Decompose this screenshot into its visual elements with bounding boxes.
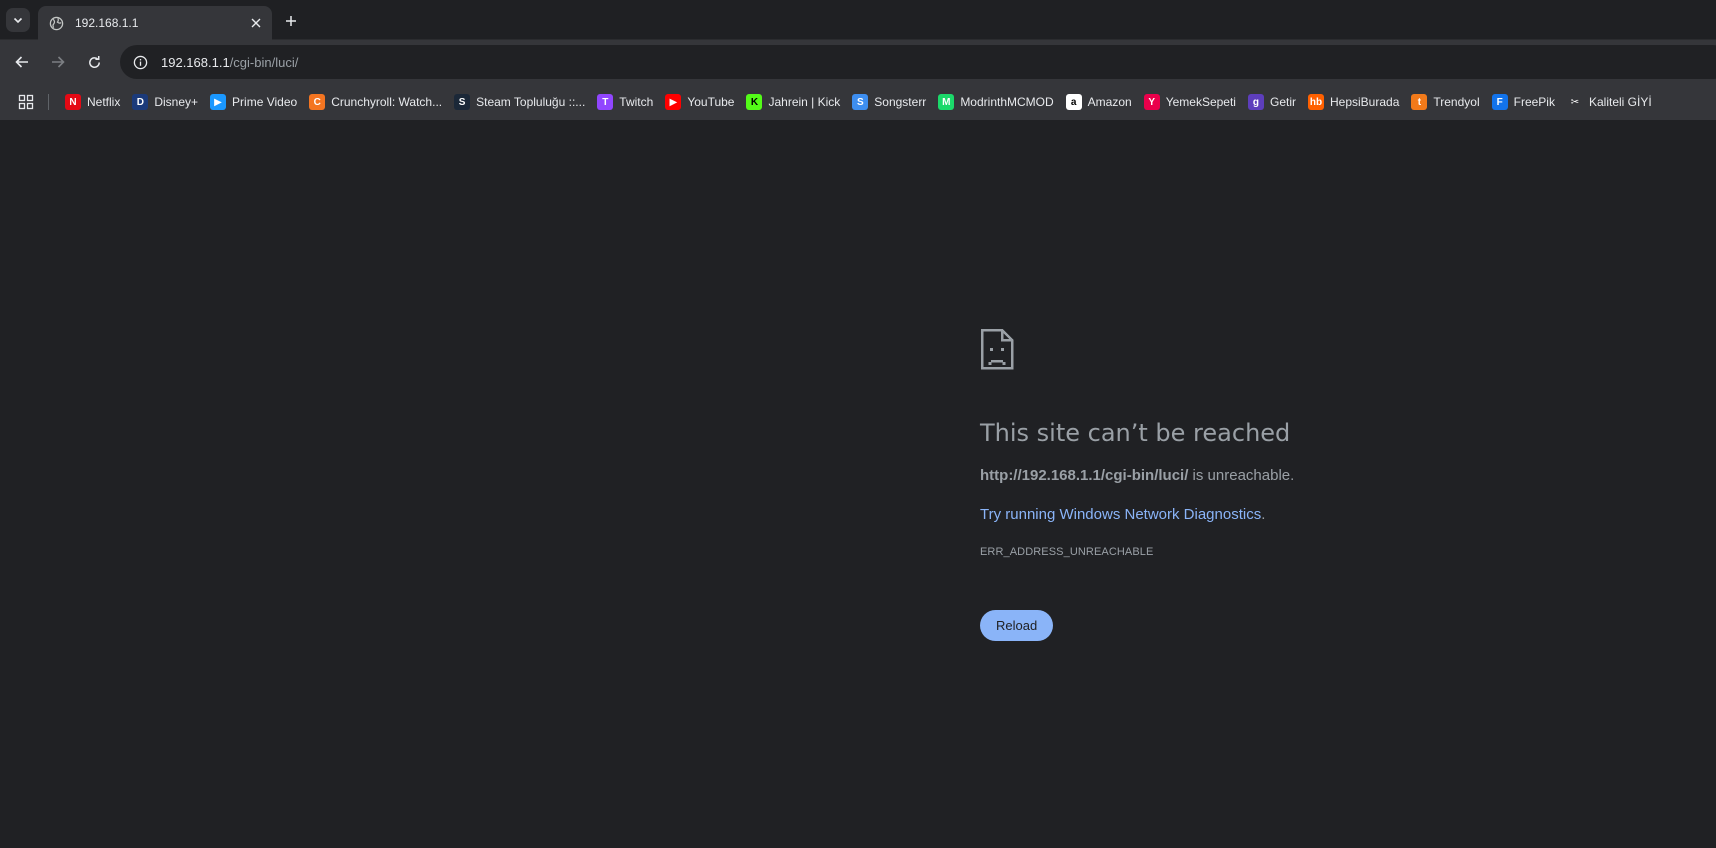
bookmark-twitch[interactable]: T Twitch (591, 88, 659, 116)
bookmark-freepik[interactable]: F FreePik (1486, 88, 1561, 116)
tab-search-button[interactable] (6, 8, 30, 32)
bookmark-jahrein-kick[interactable]: K Jahrein | Kick (740, 88, 846, 116)
bookmark-label: YemekSepeti (1165, 95, 1236, 109)
amazon-icon: a (1065, 94, 1082, 110)
bookmark-label: Crunchyroll: Watch... (331, 95, 443, 109)
crunchyroll-icon: C (309, 94, 326, 110)
error-code: ERR_ADDRESS_UNREACHABLE (980, 546, 1154, 558)
bookmark-crunchyroll-watch[interactable]: C Crunchyroll: Watch... (303, 88, 448, 116)
netflix-icon: N (65, 94, 81, 110)
browser-toolbar: 192.168.1.1/cgi-bin/luci/ (0, 40, 1716, 84)
bookmark-label: Amazon (1087, 95, 1132, 109)
close-icon (251, 18, 261, 28)
bookmarks-separator (48, 94, 49, 110)
bookmark-hepsiburada[interactable]: hb HepsiBurada (1302, 88, 1405, 116)
bookmark-steam-toplulu-u[interactable]: S Steam Topluluğu ::... (448, 88, 591, 116)
error-title: This site can’t be reached (980, 419, 1291, 447)
bookmark-label: Songsterr (874, 95, 927, 109)
modrinth-icon: M (938, 94, 955, 110)
forward-button[interactable] (46, 50, 70, 74)
error-block: This site can’t be reached http://192.16… (980, 328, 1580, 641)
network-diagnostics-link[interactable]: Try running Windows Network Diagnostics (980, 506, 1261, 523)
songsterr-icon: S (852, 94, 869, 110)
new-tab-button[interactable] (280, 10, 302, 32)
diagnostics-suffix: . (1261, 506, 1266, 523)
arrow-left-icon (15, 56, 28, 68)
error-url-suffix: is unreachable. (1188, 467, 1295, 484)
bookmark-youtube[interactable]: ▶ YouTube (659, 88, 740, 116)
bookmark-kaliteli-gi-yi[interactable]: ✂ Kaliteli GİYİ (1561, 88, 1658, 116)
apps-button[interactable] (14, 90, 38, 114)
bookmark-label: Netflix (87, 95, 121, 109)
youtube-icon: ▶ (665, 94, 682, 110)
bookmark-label: Kaliteli GİYİ (1588, 95, 1652, 109)
bookmark-label: Twitch (619, 95, 654, 109)
error-url: http://192.168.1.1/cgi-bin/luci/ (980, 467, 1189, 484)
twitch-icon: T (597, 94, 614, 110)
info-icon (133, 55, 147, 69)
bookmark-disney[interactable]: D Disney+ (126, 88, 204, 116)
sad-page-icon (980, 328, 1014, 370)
prime-video-icon: ▶ (210, 94, 227, 110)
address-bar[interactable]: 192.168.1.1/cgi-bin/luci/ (120, 45, 1716, 79)
apps-grid-icon (18, 94, 34, 110)
kick-icon: K (746, 94, 763, 110)
bookmark-list: N Netflix D Disney+ ▶ Prime Video C Crunchyroll… (59, 88, 1658, 116)
bookmark-netflix[interactable]: N Netflix (59, 88, 126, 116)
bookmark-label: Jahrein | Kick (768, 95, 841, 109)
page-content: This site can’t be reached http://192.16… (0, 122, 1716, 848)
bookmark-label: Steam Topluluğu ::... (476, 95, 586, 109)
bookmark-label: HepsiBurada (1330, 95, 1400, 109)
url-host: 192.168.1.1 (161, 54, 230, 70)
getir-icon: g (1247, 94, 1264, 110)
bookmark-songsterr[interactable]: S Songsterr (846, 88, 932, 116)
bookmarks-bar: N Netflix D Disney+ ▶ Prime Video C Crunchyroll… (0, 84, 1716, 121)
bookmark-trendyol[interactable]: t Trendyol (1405, 88, 1485, 116)
refresh-icon (88, 55, 100, 68)
yemeksepeti-icon: Y (1143, 94, 1160, 110)
bookmark-label: Disney+ (154, 95, 199, 109)
bookmark-getir[interactable]: g Getir (1242, 88, 1302, 116)
bookmark-label: Trendyol (1433, 95, 1480, 109)
trendyol-icon: t (1411, 94, 1428, 110)
disney-icon: D (132, 94, 149, 110)
plus-icon (286, 16, 296, 26)
bookmark-label: FreePik (1513, 95, 1555, 109)
globe-icon (48, 15, 64, 31)
bookmark-label: Prime Video (232, 95, 298, 109)
back-button[interactable] (10, 50, 34, 74)
steam-icon: S (454, 94, 471, 110)
reload-page-button[interactable] (82, 50, 106, 74)
bookmark-modrinthmcmod[interactable]: M ModrinthMCMOD (932, 88, 1059, 116)
close-tab-button[interactable] (246, 13, 266, 33)
scissors-icon: ✂ (1566, 94, 1583, 110)
bookmark-yemeksepeti[interactable]: Y YemekSepeti (1138, 88, 1242, 116)
bookmark-prime-video[interactable]: ▶ Prime Video (204, 88, 303, 116)
reload-button[interactable]: Reload (980, 610, 1054, 641)
error-description: http://192.168.1.1/cgi-bin/luci/ is unre… (980, 467, 1580, 484)
site-info-button[interactable] (128, 50, 152, 74)
freepik-icon: F (1491, 94, 1508, 110)
url-text[interactable]: 192.168.1.1/cgi-bin/luci/ (161, 55, 298, 70)
chevron-down-icon (13, 17, 23, 24)
bookmark-label: YouTube (687, 95, 735, 109)
bookmark-label: Getir (1269, 95, 1296, 109)
bookmark-label: ModrinthMCMOD (960, 95, 1054, 109)
tab-strip: 192.168.1.1 (0, 0, 1716, 40)
arrow-right-icon (52, 56, 65, 68)
url-path: /cgi-bin/luci/ (229, 54, 299, 70)
tab-title: 192.168.1.1 (75, 16, 139, 30)
active-tab[interactable]: 192.168.1.1 (38, 6, 272, 40)
bookmark-amazon[interactable]: a Amazon (1060, 88, 1138, 116)
hepsiburada-icon: hb (1308, 94, 1324, 110)
